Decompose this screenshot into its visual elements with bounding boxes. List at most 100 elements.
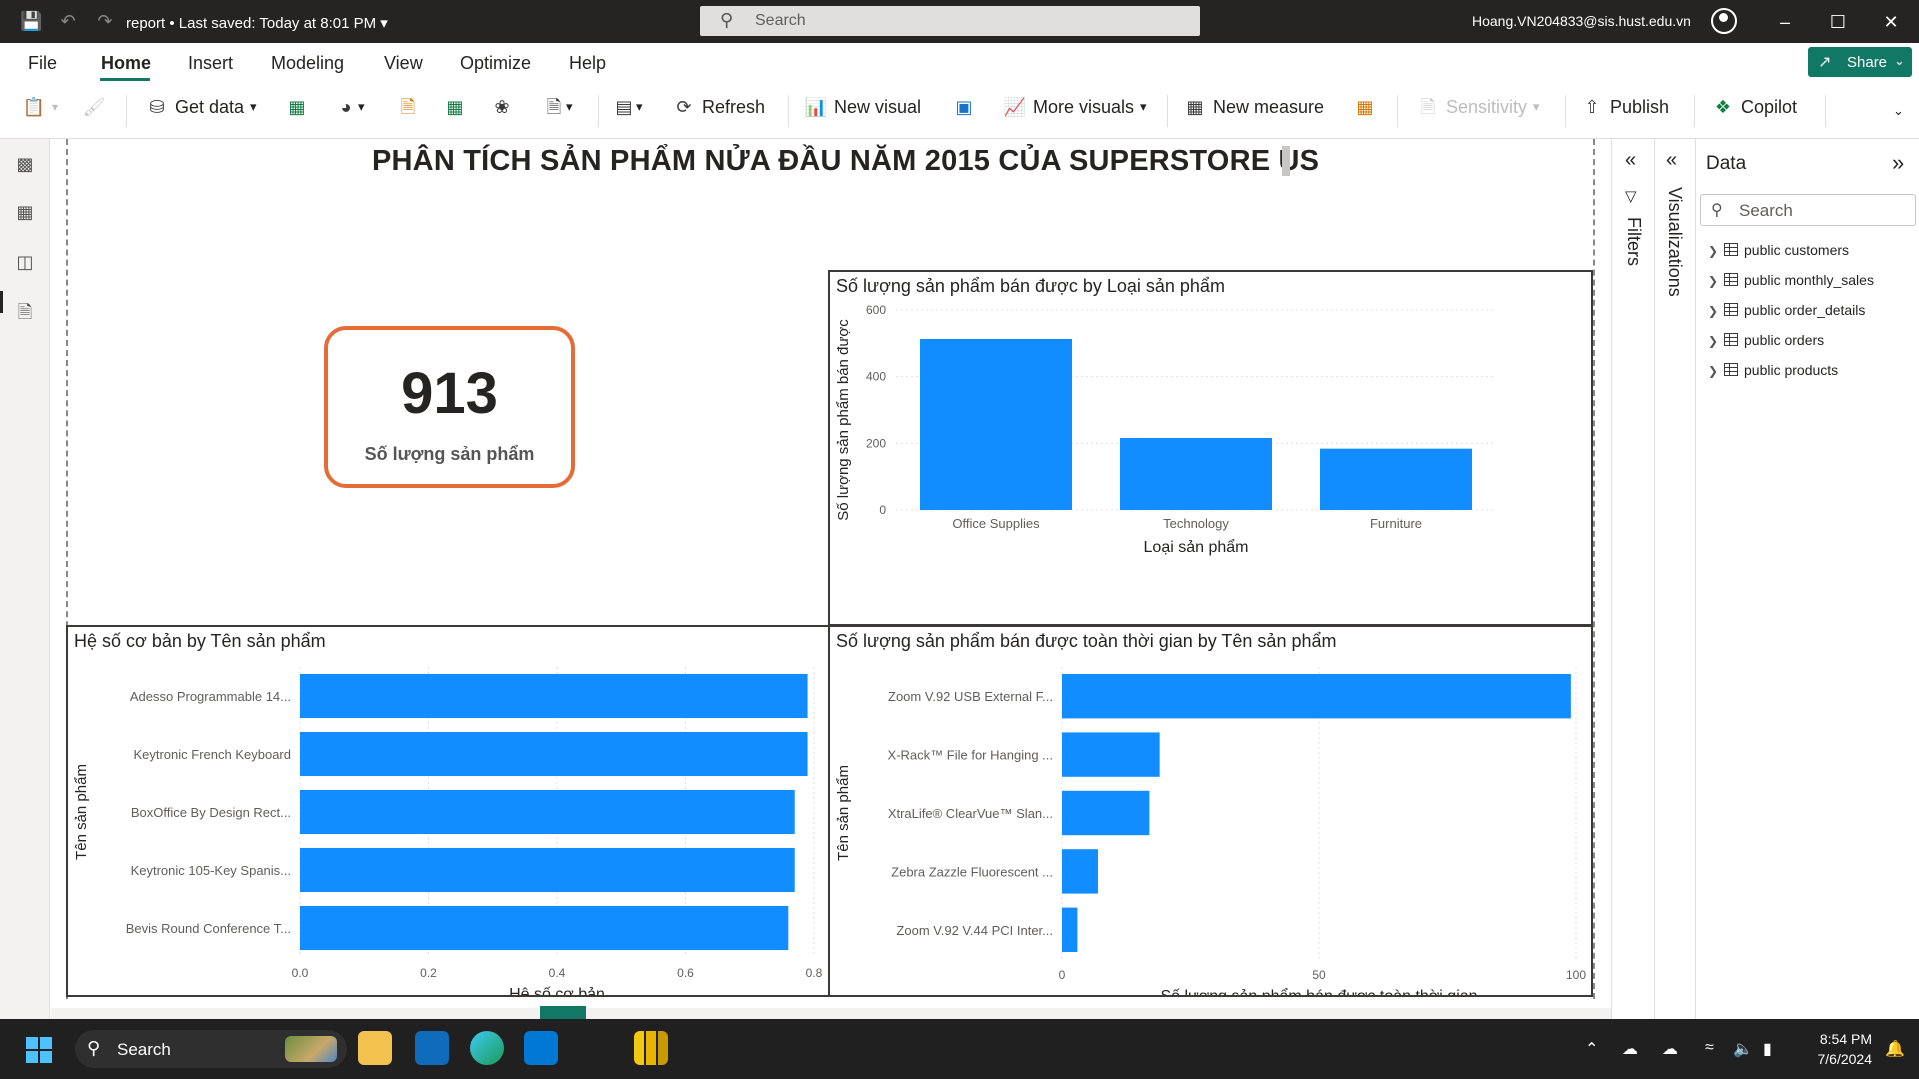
menu-file[interactable]: File (28, 53, 57, 74)
sensitivity-button[interactable]: 🗎 Sensitivity ▾ (1416, 95, 1540, 127)
redo-icon[interactable]: ↷ (94, 10, 116, 32)
ribbon-separator (1694, 95, 1695, 127)
recent-sources-icon: 🗎 (546, 97, 562, 117)
maximize-icon[interactable]: ☐ (1818, 8, 1858, 36)
edge-icon[interactable] (470, 1031, 504, 1065)
search-placeholder: Search (755, 12, 806, 29)
collapse-icon[interactable]: « (1625, 149, 1636, 172)
chart-alltime-quantity-by-product[interactable]: Số lượng sản phẩm bán được toàn thời gia… (828, 625, 1593, 997)
volume-icon[interactable]: 🔈 (1733, 1039, 1753, 1059)
model-view-icon[interactable]: ◫ (12, 249, 38, 275)
x-tick-label: 0.2 (420, 966, 437, 980)
close-icon[interactable]: ✕ (1871, 8, 1911, 36)
table-icon (1724, 303, 1738, 316)
battery-icon[interactable]: ▮ (1763, 1039, 1772, 1059)
refresh-button[interactable]: ⟳ Refresh (672, 95, 765, 127)
tree-item-table[interactable]: ❯ public customers (1708, 242, 1849, 266)
table-view-icon[interactable]: ▦ (12, 199, 38, 225)
ribbon: 📋 ▾ 🖌 ⛁ Get data ▾ ▦ ◕ ▾ 🗎 ▦ ❀ 🗎 ▾ ▤ ▾ ⟳ Refres… (0, 83, 1919, 139)
kpi-card-value: 913 (401, 361, 498, 426)
excel-button[interactable]: ▦ (285, 95, 309, 127)
report-view-icon[interactable]: ▩ (12, 151, 38, 177)
transform-data-button[interactable]: ▤ ▾ (612, 95, 642, 127)
get-data-button[interactable]: ⛁ Get data ▾ (145, 95, 256, 127)
filters-pane[interactable]: « ▽ Filters (1611, 139, 1654, 1019)
bar (920, 339, 1072, 510)
chart-quantity-by-category[interactable]: Số lượng sản phẩm bán được by Loại sản p… (828, 270, 1593, 626)
ribbon-separator (126, 95, 127, 127)
quick-measure-button[interactable]: ▦ (1353, 95, 1377, 127)
enter-data-button[interactable]: ▦ (443, 95, 467, 127)
data-search-input[interactable]: ⚲ Search (1700, 194, 1916, 226)
menu-optimize[interactable]: Optimize (460, 53, 531, 74)
ribbon-expand-button[interactable]: ⌄ (1893, 103, 1904, 135)
filters-label[interactable]: Filters (1623, 217, 1644, 266)
copilot-button[interactable]: ❖ Copilot (1711, 95, 1797, 127)
tree-item-table[interactable]: ❯ public orders (1708, 332, 1824, 356)
text-box-button[interactable]: ▣ (952, 95, 976, 127)
x-tick-label: 0.4 (549, 966, 566, 980)
dax-query-view-icon[interactable]: 🗎 (12, 299, 38, 325)
bar (1062, 674, 1571, 719)
chevron-down-icon: ⌄ (1893, 103, 1904, 118)
tree-item-table[interactable]: ❯ public order_details (1708, 302, 1865, 326)
visualizations-label[interactable]: Visualizations (1664, 187, 1685, 297)
share-icon: ↗ (1818, 54, 1832, 71)
new-visual-button[interactable]: 📊 New visual (804, 95, 921, 127)
dataverse-button[interactable]: ❀ (490, 95, 514, 127)
dataverse-icon: ❀ (494, 97, 510, 117)
y-tick-label: Zoom V.92 USB External F... (888, 689, 1053, 704)
table-icon (1724, 363, 1738, 376)
format-painter-button[interactable]: 🖌 (82, 95, 106, 127)
menu-view[interactable]: View (384, 53, 423, 74)
minimize-icon[interactable]: – (1765, 8, 1805, 36)
cloud-sync-icon[interactable]: ☁ (1662, 1039, 1678, 1059)
y-tick-label: XtraLife® ClearVue™ Slan... (888, 806, 1053, 821)
onelake-button[interactable]: ◕ ▾ (334, 95, 365, 127)
document-title[interactable]: report • Last saved: Today at 8:01 PM ▾ (126, 14, 388, 32)
global-search[interactable]: ⚲ Search (700, 6, 1200, 36)
windows-start-icon[interactable] (26, 1037, 52, 1063)
menu-insert[interactable]: Insert (188, 53, 233, 74)
chevron-right-icon: ❯ (1708, 304, 1719, 318)
collapse-icon[interactable]: « (1666, 149, 1677, 172)
sql-button[interactable]: 🗎 (396, 95, 420, 127)
more-visuals-button[interactable]: 📈 More visuals ▾ (1003, 95, 1147, 127)
notification-bell-icon[interactable]: 🔔 (1885, 1039, 1905, 1059)
tree-item-table[interactable]: ❯ public monthly_sales (1708, 272, 1874, 296)
outlook-icon[interactable] (415, 1031, 449, 1065)
data-pane-title: Data (1706, 153, 1747, 174)
user-email[interactable]: Hoang.VN204833@sis.hust.edu.vn (1472, 13, 1691, 29)
expand-icon[interactable]: » (1892, 150, 1904, 176)
undo-icon[interactable]: ↶ (57, 10, 79, 32)
menu-help[interactable]: Help (569, 53, 606, 74)
y-tick-label: Keytronic 105-Key Spanis... (131, 863, 291, 878)
vscode-icon[interactable] (524, 1031, 558, 1065)
report-title[interactable]: PHÂN TÍCH SẢN PHẨM NỬA ĐẦU NĂM 2015 CỦA … (372, 145, 1319, 178)
wifi-icon[interactable]: ≈ (1705, 1039, 1714, 1057)
bar (300, 731, 808, 777)
visualizations-pane[interactable]: « Visualizations (1654, 139, 1695, 1019)
text-cursor (1282, 146, 1290, 176)
onedrive-icon[interactable]: ☁ (1622, 1039, 1638, 1059)
sensitivity-icon: 🗎 (1420, 97, 1436, 117)
new-measure-button[interactable]: ▦ New measure (1183, 95, 1324, 127)
avatar[interactable] (1711, 8, 1737, 34)
file-explorer-icon[interactable] (358, 1031, 392, 1065)
chevron-up-icon[interactable]: ⌃ (1585, 1039, 1598, 1059)
recent-sources-button[interactable]: 🗎 ▾ (542, 95, 573, 127)
powerbi-icon[interactable] (634, 1031, 668, 1065)
share-button[interactable]: ↗ Share ⌄ (1808, 47, 1912, 77)
save-icon[interactable]: 💾 (20, 10, 42, 32)
chart-base-coefficient-by-product[interactable]: Hệ số cơ bản by Tên sản phẩm 0.0 0.2 0.4 0.… (66, 625, 830, 997)
menu-home[interactable]: Home (101, 53, 151, 74)
page-tab-active[interactable] (540, 1006, 586, 1019)
quick-measure-icon: ▦ (1356, 97, 1374, 117)
menu-modeling[interactable]: Modeling (271, 53, 344, 74)
tree-item-table[interactable]: ❯ public products (1708, 362, 1838, 386)
kpi-card[interactable]: 913 Số lượng sản phẩm (324, 326, 575, 488)
paste-button[interactable]: 📋 ▾ (22, 95, 58, 127)
publish-button[interactable]: ⇧ Publish (1580, 95, 1669, 127)
taskbar-clock[interactable]: 8:54 PM 7/6/2024 (1800, 1029, 1873, 1069)
taskbar-search[interactable]: ⚲ Search (75, 1030, 347, 1068)
